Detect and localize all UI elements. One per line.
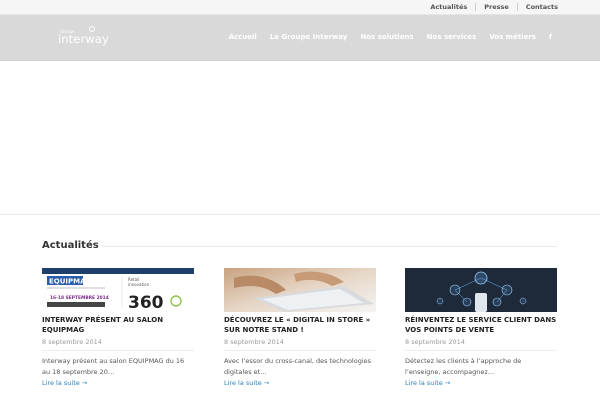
top-links: Actualités Presse Contacts bbox=[430, 3, 558, 11]
nav-item-accueil[interactable]: Accueil bbox=[229, 33, 257, 41]
post-date: 8 septembre 2014 bbox=[42, 338, 102, 346]
news-card: RÉINVENTEZ LE SERVICE CLIENT DANS VOS PO… bbox=[405, 268, 557, 387]
main-nav: Accueil Le Groupe Interway Nos solutions… bbox=[216, 33, 552, 41]
thumb-innovation: innovation bbox=[128, 282, 150, 287]
post-title[interactable]: DÉCOUVREZ LE « DIGITAL IN STORE » SUR NO… bbox=[224, 316, 376, 335]
read-more-link[interactable]: Lire la suite → bbox=[405, 379, 557, 387]
post-excerpt: Interway présent au salon EQUIPMAG du 16… bbox=[42, 357, 185, 376]
divider bbox=[475, 3, 477, 11]
divider bbox=[42, 350, 194, 351]
news-card: DÉCOUVREZ LE « DIGITAL IN STORE » SUR NO… bbox=[224, 268, 376, 387]
top-link-presse[interactable]: Presse bbox=[484, 3, 509, 11]
section-divider bbox=[102, 246, 557, 247]
top-link-actualites[interactable]: Actualités bbox=[430, 3, 467, 11]
post-title[interactable]: INTERWAY PRÉSENT AU SALON EQUIPMAG bbox=[42, 316, 194, 335]
site-header: Groupe interway Accueil Le Groupe Interw… bbox=[0, 15, 600, 61]
thumb-brand: EQUIPMAG bbox=[49, 278, 92, 286]
read-more-link[interactable]: Lire la suite → bbox=[224, 379, 376, 387]
hero-banner bbox=[0, 62, 600, 215]
top-bar: Actualités Presse Contacts bbox=[0, 0, 600, 15]
site-logo[interactable]: Groupe interway bbox=[58, 25, 110, 51]
post-date: 8 septembre 2014 bbox=[405, 338, 465, 346]
post-title[interactable]: RÉINVENTEZ LE SERVICE CLIENT DANS VOS PO… bbox=[405, 316, 557, 335]
post-excerpt: Avec l’essor du cross-canal, des technol… bbox=[224, 357, 372, 376]
thumb-dates: 16-18 SEPTEMBRE 2014 bbox=[50, 295, 109, 301]
facebook-icon[interactable]: f bbox=[549, 33, 552, 41]
equipmag-image: EQUIPMAG 16-18 SEPTEMBRE 2014 Retail inn… bbox=[42, 268, 194, 312]
post-thumbnail[interactable] bbox=[224, 268, 376, 312]
nav-item-metiers[interactable]: Vos métiers bbox=[489, 33, 536, 41]
divider bbox=[516, 3, 518, 11]
post-thumbnail[interactable]: EQUIPMAG 16-18 SEPTEMBRE 2014 Retail inn… bbox=[42, 268, 194, 312]
thumb-360: 360 bbox=[128, 293, 164, 312]
top-link-contacts[interactable]: Contacts bbox=[526, 3, 558, 11]
post-date: 8 septembre 2014 bbox=[224, 338, 284, 346]
section-title: Actualités bbox=[42, 240, 99, 251]
logo-wordmark: interway bbox=[58, 32, 109, 46]
read-more-link[interactable]: Lire la suite → bbox=[42, 379, 194, 387]
divider bbox=[224, 350, 376, 351]
nav-item-solutions[interactable]: Nos solutions bbox=[360, 33, 413, 41]
post-thumbnail[interactable] bbox=[405, 268, 557, 312]
news-card: EQUIPMAG 16-18 SEPTEMBRE 2014 Retail inn… bbox=[42, 268, 194, 387]
nav-item-groupe[interactable]: Le Groupe Interway bbox=[270, 33, 348, 41]
post-excerpt: Détectez les clients à l’approche de l’e… bbox=[405, 357, 522, 376]
tablet-hands-image bbox=[224, 268, 376, 312]
customer-service-image bbox=[405, 268, 557, 312]
divider bbox=[405, 350, 557, 351]
nav-item-services[interactable]: Nos services bbox=[427, 33, 477, 41]
